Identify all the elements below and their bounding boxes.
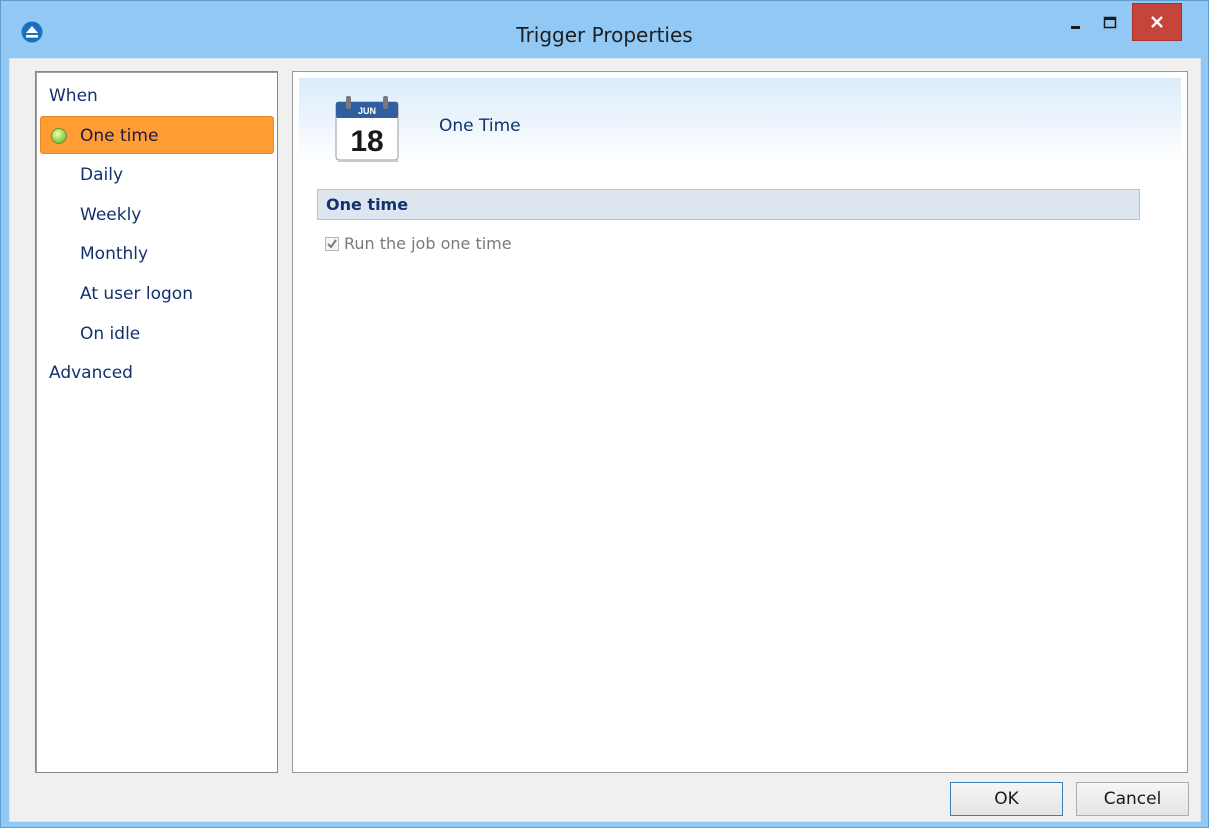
- cancel-button[interactable]: Cancel: [1076, 782, 1189, 816]
- trigger-properties-window: Trigger Properties When One time Daily W…: [0, 0, 1209, 828]
- nav-item-daily[interactable]: Daily: [80, 156, 123, 194]
- title-bar[interactable]: Trigger Properties: [1, 1, 1208, 47]
- nav-item-one-time[interactable]: One time: [40, 116, 274, 154]
- content-header: JUN 18 One Time: [299, 78, 1181, 162]
- maximize-icon: [1103, 16, 1117, 29]
- minimize-button[interactable]: [1059, 3, 1093, 43]
- dialog-client-area: When One time Daily Weekly Monthly At us…: [9, 58, 1201, 822]
- calendar-month: JUN: [358, 106, 376, 116]
- section-header: One time: [317, 189, 1140, 220]
- ok-button[interactable]: OK: [950, 782, 1063, 816]
- checkmark-icon: [327, 238, 337, 249]
- nav-item-advanced[interactable]: Advanced: [49, 354, 133, 392]
- nav-item-weekly[interactable]: Weekly: [80, 196, 141, 234]
- run-once-checkbox[interactable]: [325, 236, 339, 251]
- selected-bullet-icon: [51, 128, 67, 144]
- run-once-row: Run the job one time: [325, 234, 512, 253]
- navigation-panel: When One time Daily Weekly Monthly At us…: [35, 71, 278, 773]
- nav-item-when[interactable]: When: [49, 77, 98, 115]
- window-title: Trigger Properties: [516, 23, 693, 47]
- nav-item-at-user-logon[interactable]: At user logon: [80, 275, 193, 313]
- close-icon: [1151, 16, 1163, 28]
- minimize-icon: [1071, 26, 1080, 29]
- maximize-button[interactable]: [1093, 3, 1127, 43]
- page-title: One Time: [439, 116, 521, 136]
- nav-item-monthly[interactable]: Monthly: [80, 235, 148, 273]
- content-panel: JUN 18 One Time One time Run the job one…: [292, 71, 1188, 773]
- run-once-label: Run the job one time: [344, 234, 512, 253]
- nav-item-on-idle[interactable]: On idle: [80, 315, 140, 353]
- close-button[interactable]: [1132, 3, 1182, 41]
- calendar-day: 18: [350, 125, 383, 158]
- nav-item-label: One time: [80, 126, 159, 146]
- calendar-icon: JUN 18: [335, 96, 399, 162]
